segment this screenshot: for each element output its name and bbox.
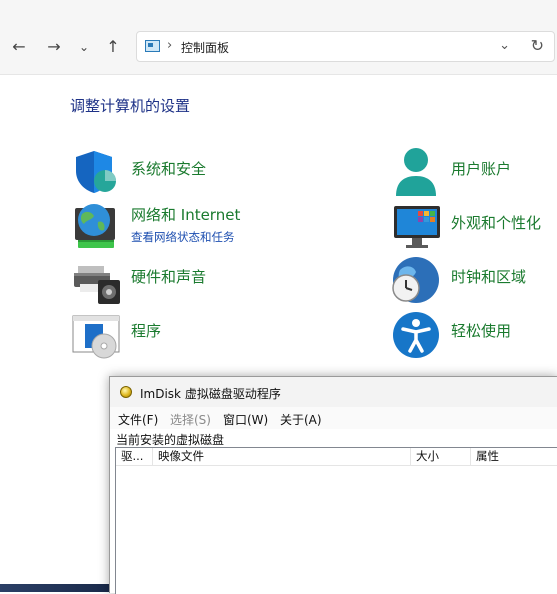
shield-icon[interactable] — [72, 149, 120, 195]
category-network-internet[interactable]: 网络和 Internet — [131, 204, 240, 225]
category-programs[interactable]: 程序 — [131, 320, 161, 341]
category-system-security[interactable]: 系统和安全 — [131, 158, 206, 179]
taskbar-fragment — [0, 584, 110, 592]
category-user-accounts[interactable]: 用户账户 — [451, 158, 511, 179]
back-button[interactable]: ← — [8, 36, 30, 58]
forward-button[interactable]: → — [43, 36, 65, 58]
menu-window[interactable]: 窗口(W) — [223, 411, 268, 428]
menu-select[interactable]: 选择(S) — [170, 411, 211, 428]
category-ease-of-access[interactable]: 轻松使用 — [451, 320, 511, 341]
refresh-icon[interactable]: ↻ — [531, 36, 544, 55]
up-button[interactable]: ↑ — [102, 36, 124, 58]
printer-speaker-icon[interactable] — [72, 262, 122, 306]
accessibility-icon[interactable] — [392, 310, 440, 360]
column-drive[interactable]: 驱... — [116, 448, 153, 465]
address-box[interactable]: › 控制面板 ⌄ ↻ — [136, 31, 555, 62]
menu-file[interactable]: 文件(F) — [118, 411, 158, 428]
recent-locations-button[interactable]: ⌄ — [73, 36, 95, 58]
column-properties[interactable]: 属性 — [471, 448, 557, 465]
chevron-down-icon: ⌄ — [78, 40, 90, 54]
category-clock-region[interactable]: 时钟和区域 — [451, 266, 526, 287]
imdisk-window-title: ImDisk 虚拟磁盘驱动程序 — [140, 387, 281, 401]
breadcrumb-control-panel[interactable]: 控制面板 — [181, 39, 229, 56]
programs-icon[interactable] — [72, 314, 122, 360]
breadcrumb-chevron-icon: › — [167, 38, 173, 53]
address-dropdown-icon[interactable]: ⌄ — [499, 38, 510, 53]
imdisk-menubar: 文件(F) 选择(S) 窗口(W) 关于(A) — [110, 407, 557, 429]
virtual-disk-list[interactable]: 驱... 映像文件 大小 属性 — [115, 447, 557, 594]
network-status-link[interactable]: 查看网络状态和任务 — [131, 229, 235, 245]
column-image-file[interactable]: 映像文件 — [153, 448, 411, 465]
control-panel-icon — [145, 40, 160, 52]
page-title: 调整计算机的设置 — [70, 97, 191, 115]
arrow-left-icon: ← — [12, 37, 26, 56]
arrow-up-icon: ↑ — [106, 37, 120, 56]
globe-network-icon[interactable] — [70, 202, 122, 250]
address-toolbar: ← → ⌄ ↑ › 控制面板 ⌄ ↻ — [0, 0, 557, 75]
category-hardware-sound[interactable]: 硬件和声音 — [131, 266, 206, 287]
clock-globe-icon[interactable] — [390, 256, 442, 306]
list-header: 驱... 映像文件 大小 属性 — [116, 448, 557, 466]
imdisk-window: ImDisk 虚拟磁盘驱动程序 文件(F) 选择(S) 窗口(W) 关于(A) … — [109, 376, 557, 594]
menu-about[interactable]: 关于(A) — [280, 411, 322, 428]
imdisk-title-bar[interactable]: ImDisk 虚拟磁盘驱动程序 — [110, 377, 557, 407]
user-icon[interactable] — [392, 146, 440, 198]
column-size[interactable]: 大小 — [411, 448, 471, 465]
arrow-right-icon: → — [47, 37, 61, 56]
monitor-icon[interactable] — [392, 204, 442, 250]
imdisk-app-icon — [120, 386, 132, 398]
category-appearance-personalization[interactable]: 外观和个性化 — [451, 212, 541, 233]
virtual-disk-list-caption: 当前安装的虚拟磁盘 — [116, 433, 225, 447]
